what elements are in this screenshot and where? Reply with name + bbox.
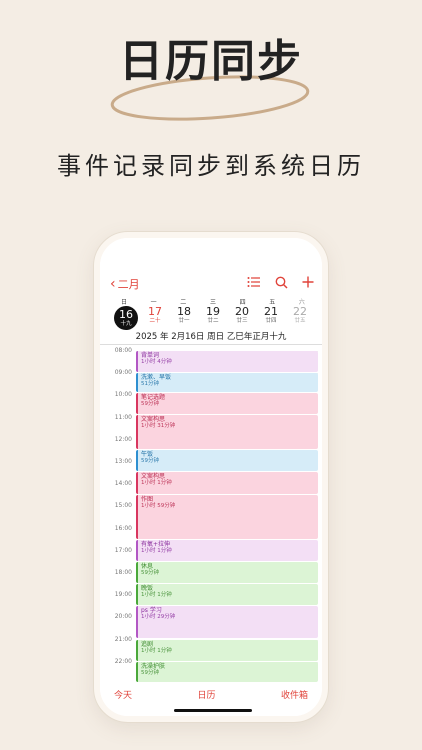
hour-label: 16:00: [114, 524, 132, 532]
hour-label: 14:00: [114, 480, 132, 488]
calendar-event[interactable]: 午饭 59分钟: [136, 449, 318, 471]
event-duration: 1小时 1分钟: [141, 547, 172, 554]
day-number: 16: [119, 308, 133, 321]
list-icon[interactable]: [247, 276, 261, 289]
event-title: 洗漱、早饭: [141, 374, 172, 382]
day-cell[interactable]: 18 廿一: [172, 306, 196, 330]
selected-date-line: 2025 年 2月16日 周日 乙巳年正月十九: [135, 332, 287, 342]
day-cell[interactable]: 20 廿三: [230, 306, 254, 330]
calendar-event[interactable]: 洗漱、早饭 51分钟: [136, 373, 318, 393]
toolbar-icons: [247, 276, 314, 289]
day-cell[interactable]: 21 廿四: [259, 306, 283, 330]
weekday-label: 日: [120, 299, 127, 306]
event-title: 有氧+拉伸: [141, 540, 171, 548]
lunar-date: 廿二: [207, 318, 219, 324]
home-indicator: [174, 709, 252, 712]
day-cell-selected[interactable]: 16 十九: [114, 306, 138, 330]
calendar-event[interactable]: 作图 1小时 59分钟: [136, 495, 318, 539]
event-duration: 1小时 1分钟: [141, 479, 172, 486]
promo-title: 日历同步: [119, 36, 303, 87]
calendar-event[interactable]: 笔记选题 59分钟: [136, 393, 318, 415]
day-cell[interactable]: 17 二十: [143, 306, 167, 330]
day-number: 22: [293, 305, 307, 318]
hour-label: 19:00: [114, 591, 132, 599]
hour-label: 21:00: [114, 635, 132, 643]
lunar-date: 廿四: [265, 318, 277, 324]
lunar-date: 十九: [120, 321, 132, 327]
day-number: 21: [264, 305, 278, 318]
top-bar: ‹ 二月: [100, 276, 322, 294]
day-number: 18: [177, 305, 191, 318]
lunar-date: 廿三: [236, 318, 248, 324]
hour-label: 13:00: [114, 458, 132, 465]
calendar-event[interactable]: 文案构思 1小时 31分钟: [136, 415, 318, 449]
day-number: 19: [206, 305, 220, 318]
event-duration: 1小时 4分钟: [141, 359, 172, 365]
calendar-event[interactable]: 晚饭 1小时 1分钟: [136, 584, 318, 606]
hour-label: 18:00: [114, 569, 132, 576]
calendar-event[interactable]: 追剧 1小时 1分钟: [136, 639, 318, 661]
day-cell[interactable]: 22 廿五: [288, 306, 312, 330]
hour-label: 17:00: [114, 546, 132, 554]
back-label: 二月: [117, 278, 140, 291]
promo-headline: 日历同步: [0, 34, 422, 121]
event-duration: 59分钟: [141, 669, 159, 676]
event-title: 笔记选题: [141, 394, 166, 402]
bottom-toolbar: 今天 日历 收件箱: [100, 688, 322, 704]
hour-label: 22:00: [114, 657, 132, 665]
hour-label: 20:00: [114, 613, 132, 621]
plus-icon[interactable]: [302, 276, 314, 289]
event-duration: 1小时 29分钟: [141, 614, 176, 621]
event-title: 追剧: [141, 640, 154, 648]
week-strip: 16 十九 17 二十 18 廿一 19 廿二 20 廿三 21 廿四 22 廿五: [114, 306, 312, 330]
calendar-event[interactable]: ps 学习 1小时 29分钟: [136, 606, 318, 639]
hour-label: 11:00: [114, 413, 132, 421]
day-cell[interactable]: 19 廿二: [201, 306, 225, 330]
lunar-date: 廿一: [178, 318, 190, 324]
calendar-screen: ‹ 二月 日 一 二 三 四 五 六 16 十九 17 二十 18 廿一 19 …: [100, 238, 322, 716]
chevron-left-icon: ‹: [110, 276, 116, 292]
event-title: 午饭: [141, 450, 154, 458]
lunar-date: 二十: [149, 318, 161, 324]
promo-subtitle: 事件记录同步到系统日历: [57, 152, 365, 180]
calendar-event[interactable]: 休息 59分钟: [136, 561, 318, 583]
calendar-event[interactable]: 有氧+拉伸 1小时 1分钟: [136, 539, 318, 561]
event-title: 洗澡护肤: [141, 662, 166, 670]
calendar-event[interactable]: 背单词 1小时 4分钟: [136, 351, 318, 373]
event-duration: 59分钟: [141, 569, 159, 576]
calendars-button[interactable]: 日历: [197, 688, 215, 704]
day-number: 20: [235, 305, 249, 318]
event-title: 背单词: [141, 352, 160, 359]
event-duration: 1小时 1分钟: [141, 647, 172, 654]
event-duration: 1小时 31分钟: [141, 423, 176, 430]
day-number: 17: [148, 305, 162, 318]
phone-frame: ‹ 二月 日 一 二 三 四 五 六 16 十九 17 二十 18 廿一 19 …: [94, 232, 328, 722]
calendar-event[interactable]: 文案构思 1小时 1分钟: [136, 471, 318, 495]
today-button[interactable]: 今天: [114, 688, 132, 704]
lunar-date: 廿五: [294, 318, 306, 324]
event-duration: 1小时 1分钟: [141, 592, 172, 599]
back-button[interactable]: ‹ 二月: [110, 276, 140, 292]
calendar-event[interactable]: 洗澡护肤 59分钟: [136, 661, 318, 682]
event-duration: 59分钟: [141, 457, 159, 464]
event-title: 休息: [141, 562, 154, 570]
hour-label: 08:00: [114, 347, 132, 354]
search-icon[interactable]: [275, 276, 288, 289]
event-duration: 1小时 59分钟: [141, 503, 176, 510]
hour-label: 10:00: [114, 391, 132, 399]
event-title: 文案构思: [141, 472, 166, 480]
hour-label: 15:00: [114, 502, 132, 510]
hour-label: 12:00: [114, 435, 132, 443]
day-timeline[interactable]: 08:00 09:00 10:00 11:00 12:00 13:00 14:00 15:00…: [100, 344, 322, 684]
inbox-button[interactable]: 收件箱: [281, 688, 308, 704]
event-duration: 59分钟: [141, 401, 159, 408]
hour-label: 09:00: [114, 369, 132, 377]
event-duration: 51分钟: [141, 381, 159, 388]
